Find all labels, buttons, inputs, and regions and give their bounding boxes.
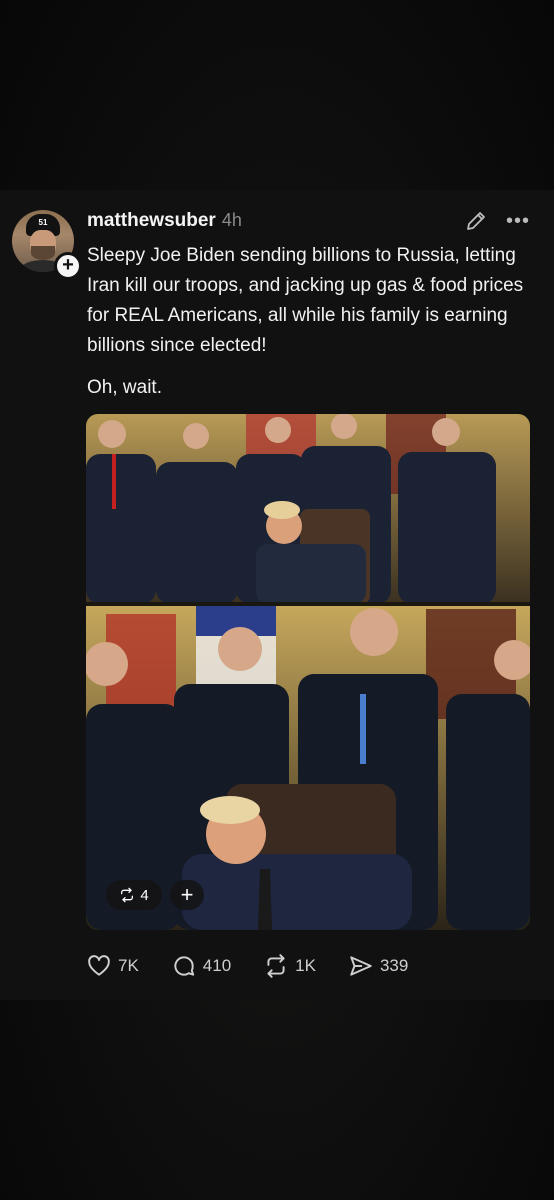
repost-icon <box>267 954 285 978</box>
screen: 51 + matthewsuber 4h ••• Sleepy Joe Bide… <box>0 0 554 1200</box>
share-button[interactable]: 339 <box>348 953 408 979</box>
post-image-graphic <box>86 414 530 930</box>
reply-button[interactable]: 410 <box>171 953 231 979</box>
post-header: matthewsuber 4h <box>87 210 242 234</box>
like-button[interactable]: 7K <box>86 953 139 979</box>
post-text-paragraph-1: Sleepy Joe Biden sending billions to Rus… <box>87 245 524 356</box>
heart-icon <box>88 955 110 976</box>
like-count: 7K <box>118 956 139 975</box>
username[interactable]: matthewsuber <box>87 210 216 232</box>
media-add-button[interactable]: + <box>170 880 204 910</box>
media-repost-chip[interactable]: 4 <box>106 880 162 910</box>
repost-button[interactable]: 1K <box>263 953 316 979</box>
repost-count: 1K <box>295 956 316 975</box>
avatar-beard <box>31 246 55 260</box>
thread-post: 51 + matthewsuber 4h ••• Sleepy Joe Bide… <box>0 190 554 1000</box>
reply-count: 410 <box>202 956 232 975</box>
post-actions: 7K 410 1K 339 <box>86 950 440 982</box>
follow-plus-icon[interactable]: + <box>54 252 82 280</box>
share-count: 339 <box>379 956 409 975</box>
avatar-container[interactable]: 51 + <box>12 210 82 280</box>
share-icon <box>350 956 372 976</box>
post-body: Sleepy Joe Biden sending billions to Rus… <box>87 241 527 415</box>
more-dots-icon[interactable]: ••• <box>506 210 532 232</box>
edit-pencil-icon[interactable] <box>464 209 488 233</box>
post-image[interactable] <box>86 414 530 930</box>
repost-small-icon <box>121 887 134 903</box>
media-repost-count: 4 <box>140 886 149 904</box>
post-time: 4h <box>221 210 242 230</box>
post-text-paragraph-2: Oh, wait. <box>87 377 162 398</box>
comment-icon <box>174 956 194 976</box>
